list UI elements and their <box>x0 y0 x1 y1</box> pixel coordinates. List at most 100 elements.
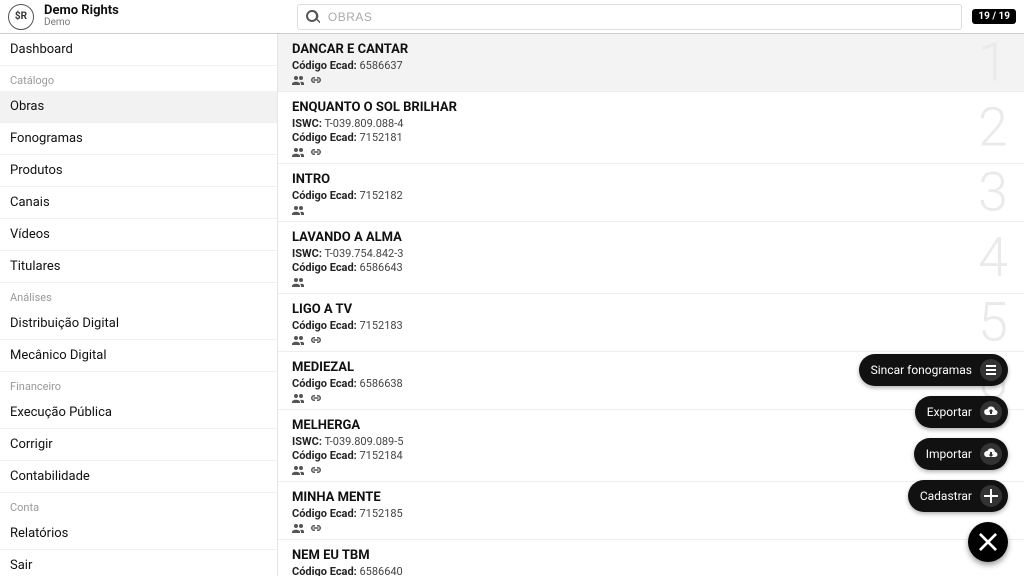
work-title: LAVANDO A ALMA <box>292 230 1010 245</box>
sidebar-item-contabilidade[interactable]: Contabilidade <box>0 461 277 493</box>
sidebar-item-sair[interactable]: Sair <box>0 550 277 576</box>
org-info: Demo Rights Demo <box>44 4 119 28</box>
cloud-upload-icon <box>980 401 1002 423</box>
ecad-label: Código Ecad: <box>292 565 357 576</box>
work-row[interactable]: ENQUANTO O SOL BRILHAR ISWC: T-039.809.08… <box>278 92 1024 164</box>
main: DANCAR E CANTARCódigo Ecad: 65866371ENQU… <box>278 34 1024 576</box>
work-ecad: Código Ecad: 7152181 <box>292 131 1010 144</box>
ecad-value: 6586640 <box>359 565 402 576</box>
sidebar-header-financeiro: Financeiro <box>0 372 277 397</box>
work-ecad: Código Ecad: 6586637 <box>292 59 1010 72</box>
work-title: DANCAR E CANTAR <box>292 42 1010 57</box>
link-icon <box>310 147 322 157</box>
work-icons <box>292 277 1010 287</box>
sidebar-header-conta: Conta <box>0 493 277 518</box>
work-iswc: ISWC: T-039.754.842-3 <box>292 247 1010 260</box>
link-icon <box>310 523 322 533</box>
sync-label: Sincar fonogramas <box>871 363 972 377</box>
import-label: Importar <box>926 447 972 461</box>
ecad-label: Código Ecad: <box>292 377 357 390</box>
ecad-value: 7152184 <box>359 449 402 462</box>
sidebar-item-relat-rios[interactable]: Relatórios <box>0 518 277 550</box>
sidebar: DashboardCatálogoObrasFonogramasProdutos… <box>0 34 278 576</box>
work-title: INTRO <box>292 172 1010 187</box>
work-icons <box>292 205 1010 215</box>
ecad-value: 6586643 <box>359 261 402 274</box>
org-title: Demo Rights <box>44 4 119 18</box>
ecad-label: Código Ecad: <box>292 59 357 72</box>
sidebar-item-v-deos[interactable]: Vídeos <box>0 219 277 251</box>
work-row[interactable]: LIGO A TVCódigo Ecad: 71521835 <box>278 294 1024 352</box>
list-icon <box>980 359 1002 381</box>
work-icons <box>292 75 1010 85</box>
export-button[interactable]: Exportar <box>915 396 1008 428</box>
org-subtitle: Demo <box>44 18 119 29</box>
ecad-value: 7152185 <box>359 507 402 520</box>
ecad-value: 6586637 <box>359 59 402 72</box>
ecad-value: 7152182 <box>359 189 402 202</box>
sidebar-item-distribui-o-digital[interactable]: Distribuição Digital <box>0 308 277 340</box>
people-icon <box>292 523 304 533</box>
work-row[interactable]: INTROCódigo Ecad: 71521823 <box>278 164 1024 222</box>
iswc-label: ISWC: <box>292 117 322 130</box>
ecad-value: 6586638 <box>359 377 402 390</box>
sync-phonograms-button[interactable]: Sincar fonogramas <box>859 354 1008 386</box>
iswc-value: T-039.809.089-5 <box>324 435 403 448</box>
import-button[interactable]: Importar <box>914 438 1008 470</box>
work-title: LIGO A TV <box>292 302 1010 317</box>
link-icon <box>310 75 322 85</box>
work-iswc: ISWC: T-039.809.088-4 <box>292 117 1010 130</box>
people-icon <box>292 465 304 475</box>
logo: $R <box>8 4 34 30</box>
plus-icon <box>980 485 1002 507</box>
work-icons <box>292 335 1010 345</box>
cloud-download-icon <box>980 443 1002 465</box>
people-icon <box>292 147 304 157</box>
people-icon <box>292 277 304 287</box>
sidebar-item-dashboard[interactable]: Dashboard <box>0 34 277 66</box>
sidebar-header-cat-logo: Catálogo <box>0 66 277 91</box>
iswc-value: T-039.754.842-3 <box>324 247 403 260</box>
fab-stack: Sincar fonogramas Exportar Importar Cada… <box>859 354 1008 562</box>
iswc-label: ISWC: <box>292 435 322 448</box>
search-input[interactable] <box>328 10 954 24</box>
people-icon <box>292 335 304 345</box>
sidebar-item-obras[interactable]: Obras <box>0 91 277 123</box>
result-count-badge: 19 / 19 <box>972 9 1016 24</box>
sidebar-item-titulares[interactable]: Titulares <box>0 251 277 283</box>
work-ecad: Código Ecad: 7152182 <box>292 189 1010 202</box>
ecad-value: 7152181 <box>359 131 402 144</box>
ecad-label: Código Ecad: <box>292 189 357 202</box>
work-title: ENQUANTO O SOL BRILHAR <box>292 100 1010 115</box>
ecad-label: Código Ecad: <box>292 507 357 520</box>
ecad-label: Código Ecad: <box>292 449 357 462</box>
link-icon <box>310 393 322 403</box>
create-button[interactable]: Cadastrar <box>908 480 1008 512</box>
sidebar-item-fonogramas[interactable]: Fonogramas <box>0 123 277 155</box>
sidebar-header-an-lises: Análises <box>0 283 277 308</box>
sidebar-item-canais[interactable]: Canais <box>0 187 277 219</box>
close-icon <box>979 533 997 551</box>
work-ecad: Código Ecad: 7152183 <box>292 319 1010 332</box>
export-label: Exportar <box>927 405 972 419</box>
iswc-label: ISWC: <box>292 247 322 260</box>
ecad-label: Código Ecad: <box>292 261 357 274</box>
ecad-label: Código Ecad: <box>292 131 357 144</box>
search-icon <box>306 10 320 24</box>
work-ecad: Código Ecad: 6586643 <box>292 261 1010 274</box>
iswc-value: T-039.809.088-4 <box>324 117 403 130</box>
work-row[interactable]: DANCAR E CANTARCódigo Ecad: 65866371 <box>278 34 1024 92</box>
work-icons <box>292 147 1010 157</box>
people-icon <box>292 205 304 215</box>
people-icon <box>292 75 304 85</box>
search-bar[interactable] <box>297 4 963 30</box>
sidebar-item-execu-o-p-blica[interactable]: Execução Pública <box>0 397 277 429</box>
people-icon <box>292 393 304 403</box>
create-label: Cadastrar <box>920 489 972 503</box>
sidebar-item-produtos[interactable]: Produtos <box>0 155 277 187</box>
work-row[interactable]: LAVANDO A ALMA ISWC: T-039.754.842-3Códig… <box>278 222 1024 294</box>
fab-close-button[interactable] <box>968 522 1008 562</box>
link-icon <box>310 335 322 345</box>
sidebar-item-corrigir[interactable]: Corrigir <box>0 429 277 461</box>
sidebar-item-mec-nico-digital[interactable]: Mecânico Digital <box>0 340 277 372</box>
